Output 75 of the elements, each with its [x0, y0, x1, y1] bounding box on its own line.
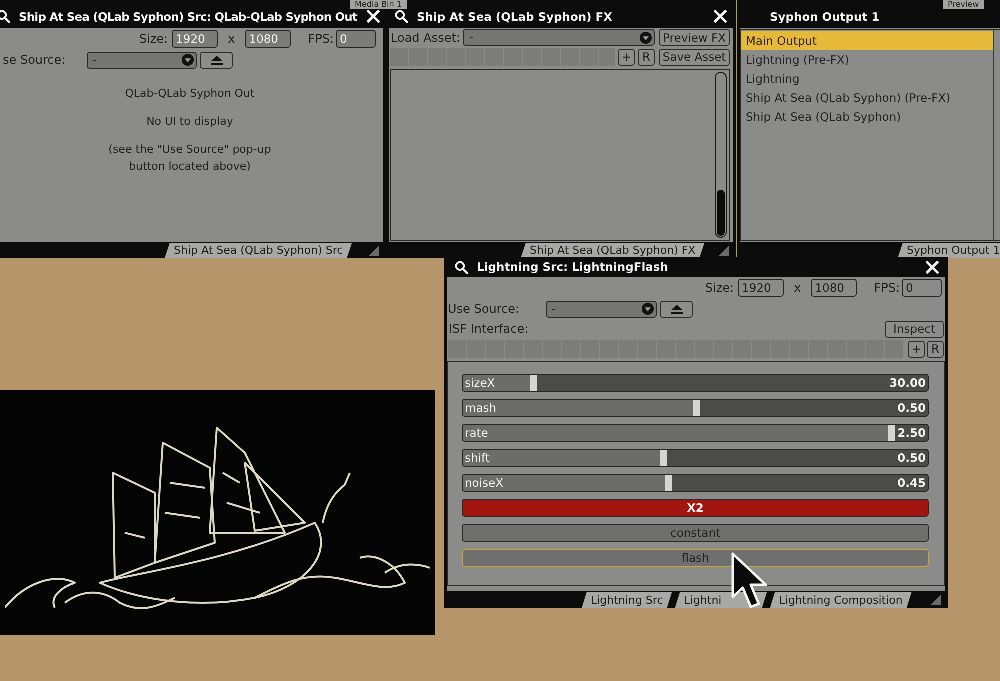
close-icon[interactable]	[714, 10, 727, 23]
slider-label: rate	[465, 426, 488, 440]
window-tab[interactable]: Syphon Output 1	[898, 243, 1000, 258]
reset-button[interactable]: R	[638, 48, 655, 66]
slider-label: noiseX	[465, 476, 504, 490]
window-title: Lightning Src: LightningFlash	[477, 260, 668, 274]
fps-field[interactable]: 0	[902, 279, 942, 297]
use-source-label: se Source:	[3, 53, 67, 67]
parameter-slider[interactable]: rate 2.50	[462, 424, 929, 442]
eject-button[interactable]	[200, 52, 233, 68]
close-icon[interactable]	[926, 260, 939, 274]
corner-triangle-icon[interactable]	[719, 246, 729, 256]
add-button[interactable]: +	[908, 340, 925, 358]
window-title: Ship At Sea (QLab Syphon) Src: QLab-QLab Syphon Out	[19, 10, 358, 24]
parameter-slider[interactable]: noiseX 0.45	[462, 474, 929, 492]
width-field[interactable]: 1920	[738, 279, 784, 297]
slider-value: 0.50	[898, 451, 926, 465]
corner-triangle-icon[interactable]	[931, 595, 941, 605]
size-label: Size:	[705, 281, 734, 295]
height-field[interactable]: 1080	[811, 279, 858, 297]
scrollbar-track[interactable]	[715, 72, 727, 238]
inspect-button[interactable]: Inspect	[885, 320, 944, 338]
info-text: (see the "Use Source" pop-up button located above)	[108, 142, 272, 175]
slider-value: 0.50	[898, 401, 926, 415]
output-list-item[interactable]: Ship At Sea (QLab Syphon) (Pre-FX)	[741, 88, 993, 107]
add-button[interactable]: +	[618, 48, 635, 66]
eject-button[interactable]	[660, 300, 693, 318]
desktop-tab[interactable]: Preview	[943, 0, 984, 9]
slider-value: 2.50	[898, 426, 926, 440]
desktop-tab[interactable]: Media Bin 1	[350, 0, 407, 9]
search-icon[interactable]	[395, 10, 408, 23]
use-source-label: Use Source:	[448, 302, 520, 316]
slider-label: shift	[465, 451, 490, 465]
slider-value: 30.00	[890, 376, 926, 390]
reset-button[interactable]: R	[927, 340, 944, 358]
window-title: Ship At Sea (QLab Syphon) FX	[417, 10, 613, 24]
source-dropdown[interactable]: -	[546, 300, 657, 318]
output-list-item[interactable]: Lightning	[741, 69, 993, 88]
window-title: Syphon Output 1	[770, 10, 880, 24]
parameter-slider[interactable]: shift 0.50	[462, 449, 929, 467]
parameter-slider[interactable]: mash 0.50	[462, 399, 929, 417]
source-dropdown[interactable]: -	[87, 52, 197, 68]
times-label: x	[228, 32, 236, 46]
search-icon[interactable]	[0, 10, 10, 23]
info-text: No UI to display	[146, 114, 234, 130]
slider-value: 0.45	[898, 476, 926, 490]
slider-label: sizeX	[465, 376, 496, 390]
scrollbar-thumb[interactable]	[717, 190, 725, 236]
times-label: x	[794, 281, 802, 295]
eject-icon	[670, 304, 682, 314]
fps-label: FPS:	[308, 32, 334, 46]
output-list-item[interactable]: Main Output	[741, 31, 993, 50]
eject-icon	[210, 56, 222, 64]
mode-option-button[interactable]: constant	[462, 524, 929, 542]
window-tab[interactable]: Lightning Src	[582, 592, 672, 608]
mode-option-button[interactable]: X2	[462, 499, 929, 517]
info-text: QLab-QLab Syphon Out	[125, 86, 255, 102]
output-list-item[interactable]: Ship At Sea (QLab Syphon)	[741, 107, 993, 126]
save-asset-button[interactable]: Save Asset	[659, 48, 730, 66]
preview-fx-button[interactable]: Preview FX	[659, 29, 730, 46]
fps-label: FPS:	[874, 281, 900, 295]
window-tab[interactable]: Ship At Sea (QLab Syphon) FX	[521, 243, 705, 258]
size-label: Size:	[139, 32, 168, 46]
search-icon[interactable]	[455, 260, 468, 274]
close-icon[interactable]	[366, 10, 380, 23]
asset-dropdown[interactable]: -	[463, 29, 655, 46]
load-asset-label: Load Asset:	[391, 30, 460, 44]
isf-interface-label: ISF Interface:	[449, 322, 529, 336]
slider-label: mash	[465, 401, 497, 415]
window-tab[interactable]: Lightning Composition	[770, 592, 912, 608]
output-list-item[interactable]: Lightning (Pre-FX)	[741, 50, 993, 69]
corner-triangle-icon[interactable]	[369, 246, 379, 256]
parameter-slider[interactable]: sizeX 30.00	[462, 374, 929, 392]
window-tab[interactable]: Ship At Sea (QLab Syphon) Src	[165, 243, 352, 258]
mode-option-button[interactable]: flash	[462, 549, 929, 567]
